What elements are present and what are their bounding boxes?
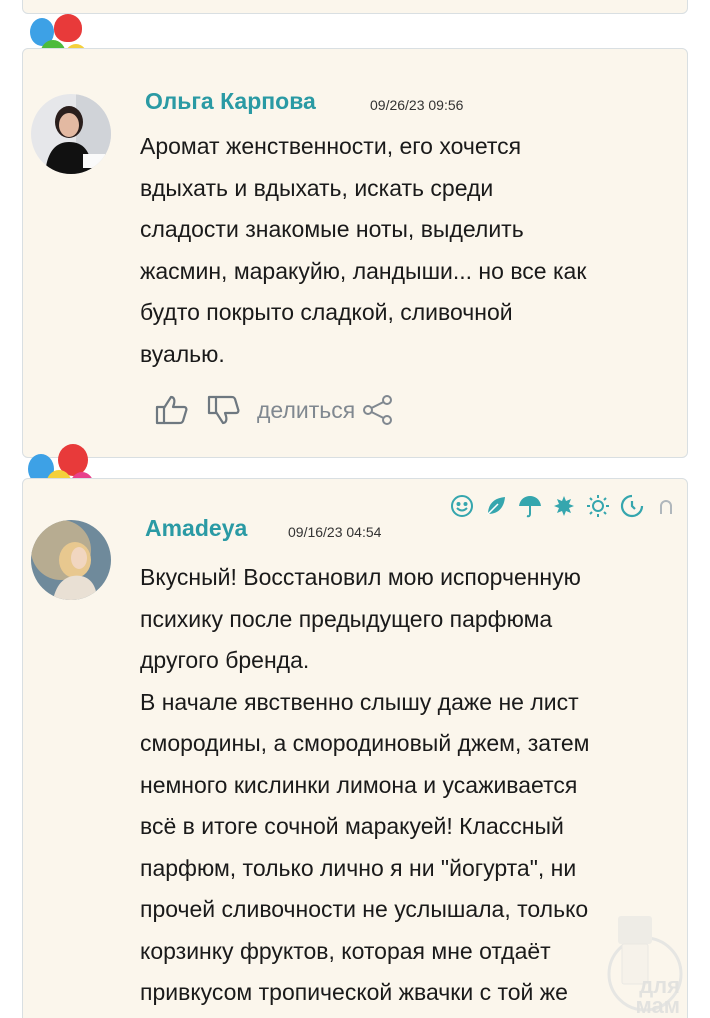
thumbs-up-icon[interactable]	[153, 392, 191, 428]
avatar[interactable]	[31, 520, 111, 600]
review-date: 09/16/23 04:54	[288, 524, 382, 540]
review-author[interactable]: Ольга Карпова	[145, 88, 316, 115]
moon-icon	[652, 492, 680, 520]
share-button[interactable]: делиться	[257, 395, 393, 425]
thumbs-down-icon[interactable]	[205, 392, 243, 428]
share-icon	[363, 395, 393, 425]
review-actions: делиться	[153, 390, 393, 430]
watermark-logo: для мам	[604, 916, 686, 1018]
review-text: Аромат женственности, его хочется вдыхат…	[140, 126, 685, 375]
review-text-line: Вкусный! Восстановил мою испорченную	[140, 564, 581, 590]
review-text-line: другого бренда.	[140, 647, 310, 673]
review-text-line: Аромат женственности, его хочется	[140, 133, 522, 159]
review-text-line: вдыхать и вдыхать, искать среди	[140, 174, 494, 201]
review-date: 09/26/23 09:56	[370, 97, 464, 113]
scent-notes	[448, 492, 680, 520]
smiley-icon	[448, 492, 476, 520]
review-text-line: смородины, а смородиновый джем, затем	[140, 730, 590, 756]
review-text-line: немного кислинки лимона и усаживается	[140, 771, 578, 798]
review-text-line: жасмин, маракуйю, ландыши... но все как	[140, 257, 587, 284]
maple-leaf-icon	[550, 492, 578, 520]
review-text-line: психику после предыдущего парфюма	[140, 605, 553, 632]
review-text-line: В начале явственно слышу даже не лист	[140, 688, 579, 715]
review-text-line: вуалью.	[140, 340, 225, 367]
avatar[interactable]	[31, 94, 111, 174]
leaf-icon	[482, 492, 510, 520]
watermark-line: мам	[635, 993, 681, 1018]
review-text-line: будто покрыто сладкой, сливочной	[140, 299, 513, 325]
review-author[interactable]: Amadeya	[145, 515, 247, 542]
review-text-line: парфюм, только лично я ни "йогурта", ни	[140, 854, 577, 881]
review-text-line: сладости знакомые ноты, выделить	[140, 216, 524, 242]
sun-icon	[584, 492, 612, 520]
previous-review-card	[22, 0, 688, 14]
share-label: делиться	[257, 396, 356, 423]
umbrella-icon	[516, 492, 544, 520]
review-text-line: всё в итоге сочной маракуей! Классный	[140, 813, 564, 839]
day-night-icon	[618, 492, 646, 520]
